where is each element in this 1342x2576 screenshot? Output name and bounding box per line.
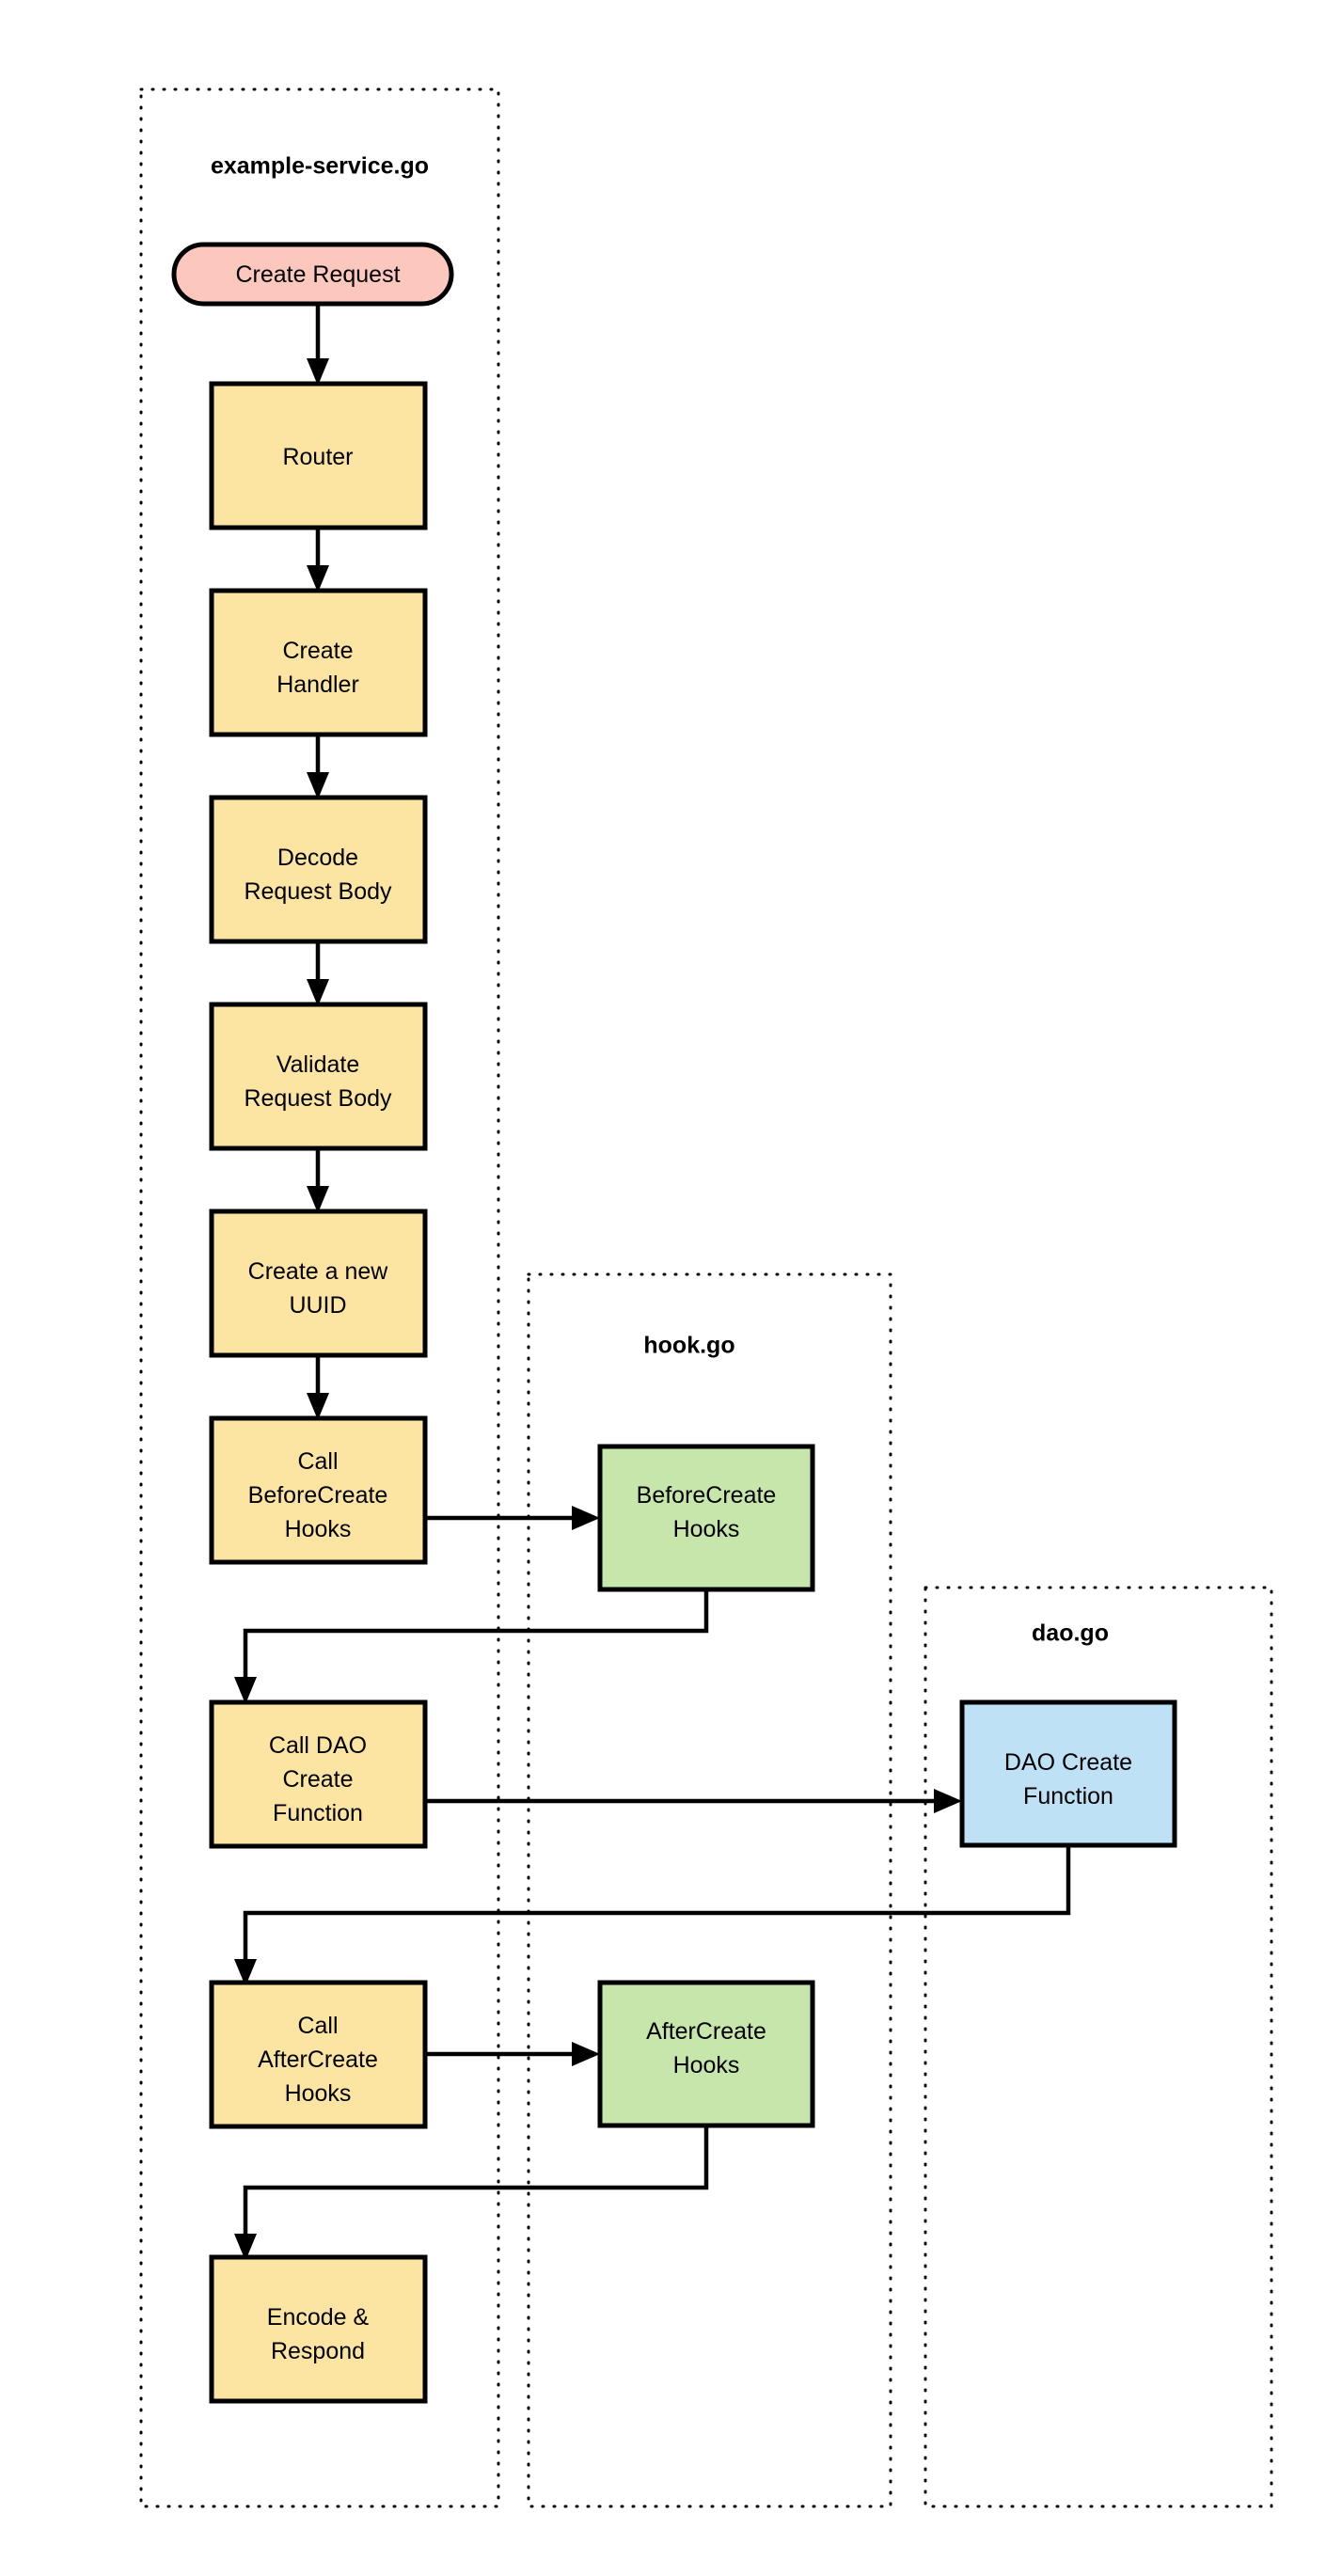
call-dao-create-function-label-line3: Function — [273, 1800, 363, 1826]
edge-call-dao-to-dao-create — [425, 1789, 962, 1813]
node-create-request[interactable]: Create Request — [171, 242, 454, 307]
edge-call-aftercreate-to-hooks — [425, 2042, 600, 2066]
node-router[interactable]: Router — [209, 381, 428, 530]
node-aftercreate-hooks[interactable]: AfterCreate Hooks — [597, 1980, 815, 2128]
encode-respond-label-line2: Respond — [271, 2338, 365, 2364]
create-handler-label-line2: Handler — [276, 672, 359, 698]
edge-hooks-back-to-encode — [234, 2126, 709, 2261]
flowchart-canvas: example-service.go hook.go dao.go Create… — [0, 0, 1342, 2576]
aftercreate-hooks-label-line2: Hooks — [673, 2052, 740, 2078]
validate-request-body-label-line1: Validate — [276, 1051, 360, 1078]
node-call-beforecreate-hooks[interactable]: Call BeforeCreate Hooks — [209, 1415, 428, 1565]
call-aftercreate-hooks-label-line2: AfterCreate — [258, 2047, 378, 2073]
edge-call-beforecreate-to-hooks — [425, 1506, 600, 1530]
create-handler-label-line1: Create — [282, 638, 353, 664]
encode-respond-label-line1: Encode & — [267, 2304, 370, 2331]
create-uuid-label-line1: Create a new — [248, 1258, 389, 1285]
group-label-dao: dao.go — [1032, 1620, 1109, 1647]
create-request-label: Create Request — [235, 261, 400, 288]
node-validate-request-body[interactable]: Validate Request Body — [209, 1002, 428, 1151]
call-aftercreate-hooks-label-line1: Call — [297, 2013, 338, 2039]
node-beforecreate-hooks[interactable]: BeforeCreate Hooks — [597, 1444, 815, 1592]
edge-decode-to-validate — [307, 941, 329, 1006]
group-label-example-service: example-service.go — [211, 153, 429, 180]
node-encode-respond[interactable]: Encode & Respond — [209, 2254, 428, 2404]
create-uuid-label-line2: UUID — [289, 1292, 346, 1319]
aftercreate-hooks-label-line1: AfterCreate — [646, 2018, 766, 2045]
dao-create-function-label-line2: Function — [1023, 1783, 1113, 1810]
edge-create-handler-to-decode — [307, 735, 329, 799]
edge-router-to-create-handler — [307, 528, 329, 593]
decode-request-body-label-line1: Decode — [277, 845, 358, 871]
node-call-dao-create-function[interactable]: Call DAO Create Function — [209, 1699, 428, 1849]
beforecreate-hooks-label-line1: BeforeCreate — [637, 1482, 777, 1509]
decode-request-body-label-line2: Request Body — [244, 878, 392, 905]
call-dao-create-function-label-line2: Create — [282, 1766, 353, 1793]
node-call-aftercreate-hooks[interactable]: Call AfterCreate Hooks — [209, 1980, 428, 2129]
validate-request-body-label-line2: Request Body — [244, 1085, 392, 1112]
node-decode-request-body[interactable]: Decode Request Body — [209, 795, 428, 944]
edge-dao-create-back-to-call-aftercreate — [234, 1845, 1071, 1986]
edge-hooks-back-to-call-dao — [234, 1589, 709, 1704]
node-dao-create-function[interactable]: DAO Create Function — [959, 1699, 1177, 1848]
dao-create-function-label-line1: DAO Create — [1004, 1749, 1132, 1776]
beforecreate-hooks-label-line2: Hooks — [673, 1516, 740, 1542]
call-dao-create-function-label-line1: Call DAO — [269, 1732, 367, 1759]
call-beforecreate-hooks-label-line3: Hooks — [285, 1516, 352, 1542]
flowchart-svg: example-service.go hook.go dao.go Create… — [139, 87, 1273, 2508]
edge-uuid-to-call-beforecreate — [307, 1355, 329, 1420]
node-create-uuid[interactable]: Create a new UUID — [209, 1209, 428, 1358]
router-label: Router — [282, 444, 353, 470]
edge-create-request-to-router — [307, 304, 329, 386]
call-beforecreate-hooks-label-line1: Call — [297, 1448, 338, 1475]
group-label-hook: hook.go — [643, 1333, 734, 1359]
call-aftercreate-hooks-label-line3: Hooks — [285, 2080, 352, 2107]
node-create-handler[interactable]: Create Handler — [209, 588, 428, 737]
edge-validate-to-uuid — [307, 1148, 329, 1213]
call-beforecreate-hooks-label-line2: BeforeCreate — [248, 1482, 388, 1509]
